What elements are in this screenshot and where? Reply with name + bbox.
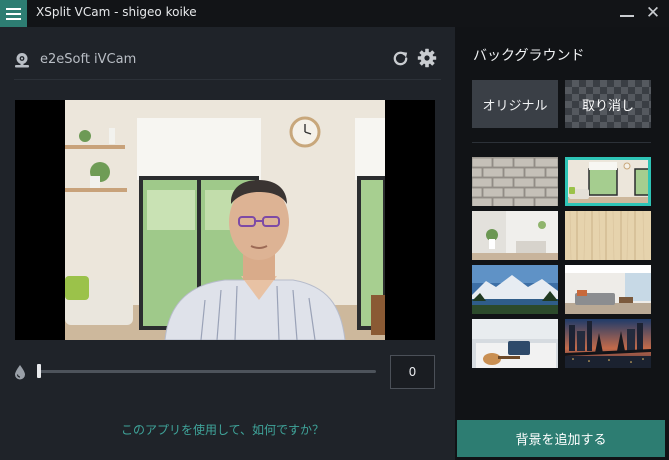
blur-drop-icon xyxy=(15,365,25,380)
blur-value-input[interactable]: 0 xyxy=(390,355,435,389)
gear-icon[interactable] xyxy=(417,48,437,68)
preview-scene-drawing xyxy=(65,100,385,340)
hamburger-icon-line xyxy=(6,7,21,10)
background-thumb-living-room-window[interactable] xyxy=(565,157,651,206)
refresh-icon[interactable] xyxy=(391,49,410,68)
background-thumb-brick-wall[interactable] xyxy=(472,157,558,206)
camera-preview xyxy=(15,100,435,340)
xsplit-vcam-window: XSplit VCam - shigeo koike ✕ e2eSoft iVC… xyxy=(0,0,669,460)
camera-preview-image xyxy=(65,100,385,340)
blur-slider-track[interactable] xyxy=(38,370,376,373)
feedback-link[interactable]: このアプリを使用して、如何ですか？ xyxy=(0,421,445,438)
window-title: XSplit VCam - shigeo koike xyxy=(36,5,197,19)
close-button[interactable]: ✕ xyxy=(644,4,662,22)
blur-slider-thumb[interactable] xyxy=(37,364,41,378)
background-thumb-bed-guitar[interactable] xyxy=(472,319,558,368)
hamburger-icon-line xyxy=(6,12,21,15)
background-thumb-mountain-lake[interactable] xyxy=(472,265,558,314)
living-room-thumb-image xyxy=(565,157,651,206)
bed-guitar-thumb-image xyxy=(472,319,558,368)
white-room-thumb-image xyxy=(472,211,558,260)
remove-background-button[interactable]: 取り消し xyxy=(565,80,651,128)
wood-planks-thumb-image xyxy=(565,211,651,260)
camera-source-name[interactable]: e2eSoft iVCam xyxy=(40,52,136,67)
webcam-icon xyxy=(15,53,29,68)
brick-wall-thumb-image xyxy=(472,157,558,206)
add-background-button[interactable]: 背景を追加する xyxy=(457,420,665,457)
background-divider xyxy=(472,142,651,143)
background-thumb-white-room-plants[interactable] xyxy=(472,211,558,260)
modern-living-room-thumb-image xyxy=(565,265,651,314)
minimize-button[interactable] xyxy=(620,15,634,17)
city-bridge-thumb-image xyxy=(565,319,651,368)
hamburger-icon-line xyxy=(6,17,21,20)
background-panel: バックグラウンド オリジナル 取り消し 背景を追加する xyxy=(455,27,669,460)
background-thumb-city-bridge-night[interactable] xyxy=(565,319,651,368)
original-background-button[interactable]: オリジナル xyxy=(472,80,558,128)
background-thumb-modern-living-room[interactable] xyxy=(565,265,651,314)
background-heading: バックグラウンド xyxy=(473,48,585,64)
preview-panel: e2eSoft iVCam 0 このアプリを使用して、如何ですか？ xyxy=(0,27,455,460)
background-thumb-wood-planks[interactable] xyxy=(565,211,651,260)
header-divider xyxy=(14,79,441,80)
hamburger-menu-button[interactable] xyxy=(0,0,27,27)
title-bar: XSplit VCam - shigeo koike ✕ xyxy=(0,0,669,27)
mountain-lake-thumb-image xyxy=(472,265,558,314)
